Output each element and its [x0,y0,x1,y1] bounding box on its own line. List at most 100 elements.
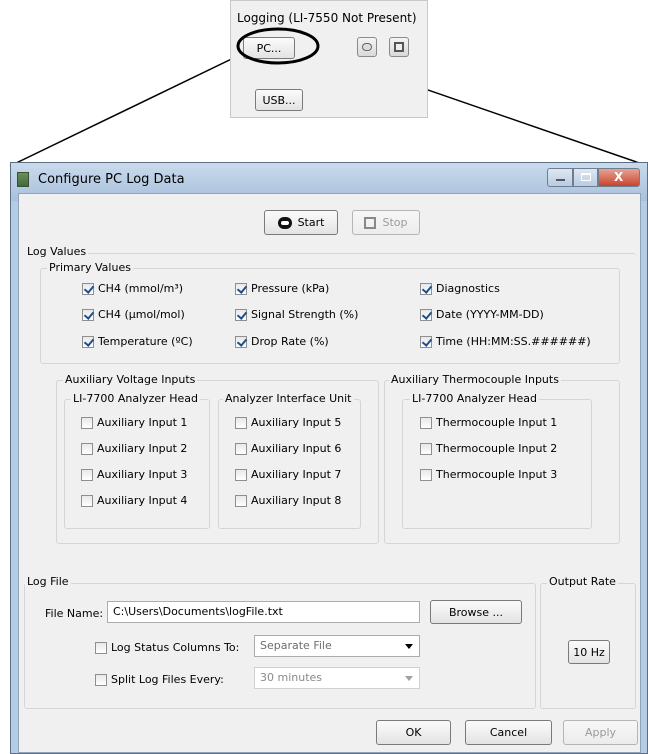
checkbox-box[interactable] [235,282,247,295]
checkbox-drop-rate[interactable]: Drop Rate (%) [235,335,329,348]
checkbox-label: Log Status Columns To: [111,641,240,654]
checkbox-signal-strength[interactable]: Signal Strength (%) [235,308,358,321]
checkbox-aux-5[interactable]: Auxiliary Input 5 [235,416,341,429]
checkbox-box[interactable] [95,673,107,686]
checkbox-label: Diagnostics [436,282,500,295]
checkbox-aux-8[interactable]: Auxiliary Input 8 [235,494,341,507]
checkbox-time[interactable]: Time (HH:MM:SS.######) [420,335,591,348]
highlight-ellipse [236,27,320,65]
checkbox-thermo-3[interactable]: Thermocouple Input 3 [420,468,557,481]
maximize-button[interactable] [573,168,598,187]
log-values-title: Log Values [25,245,89,258]
close-icon: X [614,170,624,184]
aux-aiu-title: Analyzer Interface Unit [223,392,354,405]
checkbox-label: Auxiliary Input 3 [97,468,188,481]
checkbox-split-log-files[interactable]: Split Log Files Every: [95,673,224,686]
start-label: Start [297,216,325,229]
checkbox-box[interactable] [82,282,94,295]
checkbox-ch4-umol[interactable]: CH4 (µmol/mol) [82,308,185,321]
checkbox-box[interactable] [95,641,107,654]
usb-log-button[interactable]: USB... [255,89,303,111]
file-name-label: File Name: [45,607,104,620]
checkbox-label: Auxiliary Input 1 [97,416,188,429]
checkbox-box[interactable] [81,468,93,481]
thermo-head-title: LI-7700 Analyzer Head [410,392,539,405]
checkbox-box[interactable] [420,282,432,295]
aux-head-title: LI-7700 Analyzer Head [71,392,200,405]
checkbox-log-status-columns[interactable]: Log Status Columns To: [95,641,239,654]
checkbox-pressure[interactable]: Pressure (kPa) [235,282,329,295]
chevron-down-icon [405,676,413,681]
checkbox-box[interactable] [235,468,247,481]
checkbox-temperature[interactable]: Temperature (ºC) [82,335,193,348]
stop-logging-button[interactable] [389,37,409,57]
minimize-button[interactable] [547,168,573,187]
checkbox-box[interactable] [420,308,432,321]
checkbox-date[interactable]: Date (YYYY-MM-DD) [420,308,544,321]
checkbox-box[interactable] [420,468,432,481]
checkbox-aux-4[interactable]: Auxiliary Input 4 [81,494,187,507]
stop-icon [394,42,404,52]
checkbox-box[interactable] [81,494,93,507]
checkbox-label: Time (HH:MM:SS.######) [436,335,591,348]
checkbox-label: CH4 (µmol/mol) [98,308,185,321]
apply-button[interactable]: Apply [563,720,638,745]
checkbox-label: Auxiliary Input 6 [251,442,342,455]
chevron-down-icon [405,644,413,649]
primary-values-title: Primary Values [47,261,133,274]
stop-label: Stop [382,216,408,229]
checkbox-box[interactable] [420,416,432,429]
dialog-client-area: Start Stop Log Values Primary Values CH4… [18,193,641,753]
ok-button[interactable]: OK [376,720,451,745]
checkbox-box[interactable] [235,442,247,455]
checkbox-box[interactable] [235,494,247,507]
checkbox-label: CH4 (mmol/m³) [98,282,184,295]
checkbox-thermo-1[interactable]: Thermocouple Input 1 [420,416,557,429]
checkbox-aux-1[interactable]: Auxiliary Input 1 [81,416,187,429]
output-rate-title: Output Rate [547,575,618,588]
app-icon [17,172,29,187]
checkbox-box[interactable] [82,308,94,321]
checkbox-box[interactable] [81,416,93,429]
checkbox-label: Thermocouple Input 3 [436,468,558,481]
checkbox-label: Thermocouple Input 2 [436,442,558,455]
maximize-icon [581,173,591,181]
close-button[interactable]: X [598,168,640,187]
checkbox-box[interactable] [235,308,247,321]
checkbox-label: Date (YYYY-MM-DD) [436,308,544,321]
checkbox-label: Auxiliary Input 4 [97,494,188,507]
checkbox-aux-7[interactable]: Auxiliary Input 7 [235,468,341,481]
configure-pc-log-dialog: Configure PC Log Data X Start Stop Log V… [10,162,648,754]
checkbox-label: Auxiliary Input 2 [97,442,188,455]
checkbox-aux-3[interactable]: Auxiliary Input 3 [81,468,187,481]
split-interval-select[interactable]: 30 minutes [254,667,420,689]
checkbox-box[interactable] [235,335,247,348]
select-value: 30 minutes [260,671,323,684]
checkbox-aux-2[interactable]: Auxiliary Input 2 [81,442,187,455]
stop-button[interactable]: Stop [352,210,420,235]
cancel-button[interactable]: Cancel [465,720,552,745]
record-icon [277,216,292,229]
browse-button[interactable]: Browse ... [430,600,522,624]
file-name-input[interactable]: C:\Users\Documents\logFile.txt [107,601,420,623]
checkbox-box[interactable] [82,335,94,348]
status-columns-select[interactable]: Separate File [254,635,420,657]
aux-voltage-title: Auxiliary Voltage Inputs [63,373,198,386]
minimize-icon [556,179,565,181]
window-title: Configure PC Log Data [38,172,185,187]
checkbox-box[interactable] [81,442,93,455]
checkbox-label: Drop Rate (%) [251,335,329,348]
checkbox-aux-6[interactable]: Auxiliary Input 6 [235,442,341,455]
checkbox-ch4-mmol[interactable]: CH4 (mmol/m³) [82,282,183,295]
checkbox-label: Auxiliary Input 8 [251,494,342,507]
log-file-title: Log File [25,575,71,588]
output-rate-button[interactable]: 10 Hz [568,640,610,664]
checkbox-box[interactable] [235,416,247,429]
checkbox-diagnostics[interactable]: Diagnostics [420,282,500,295]
checkbox-label: Signal Strength (%) [251,308,359,321]
start-button[interactable]: Start [264,210,338,235]
checkbox-thermo-2[interactable]: Thermocouple Input 2 [420,442,557,455]
checkbox-box[interactable] [420,335,432,348]
checkbox-box[interactable] [420,442,432,455]
start-logging-button[interactable] [357,37,377,57]
